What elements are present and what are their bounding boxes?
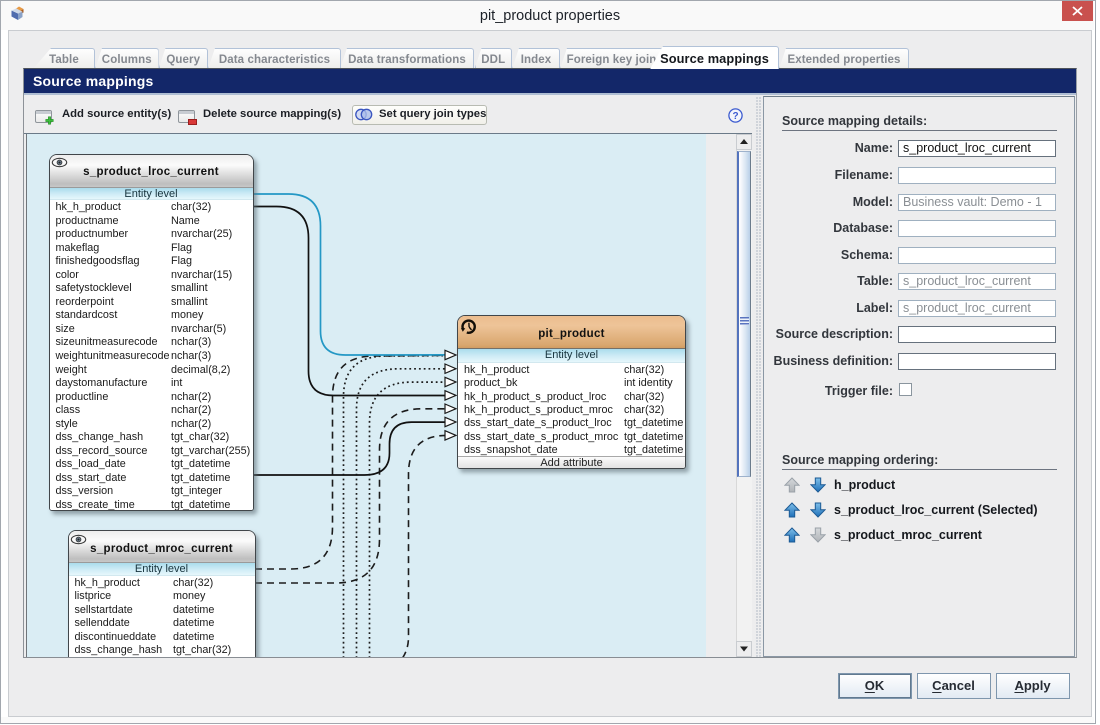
svg-text:?: ? [732, 111, 738, 122]
